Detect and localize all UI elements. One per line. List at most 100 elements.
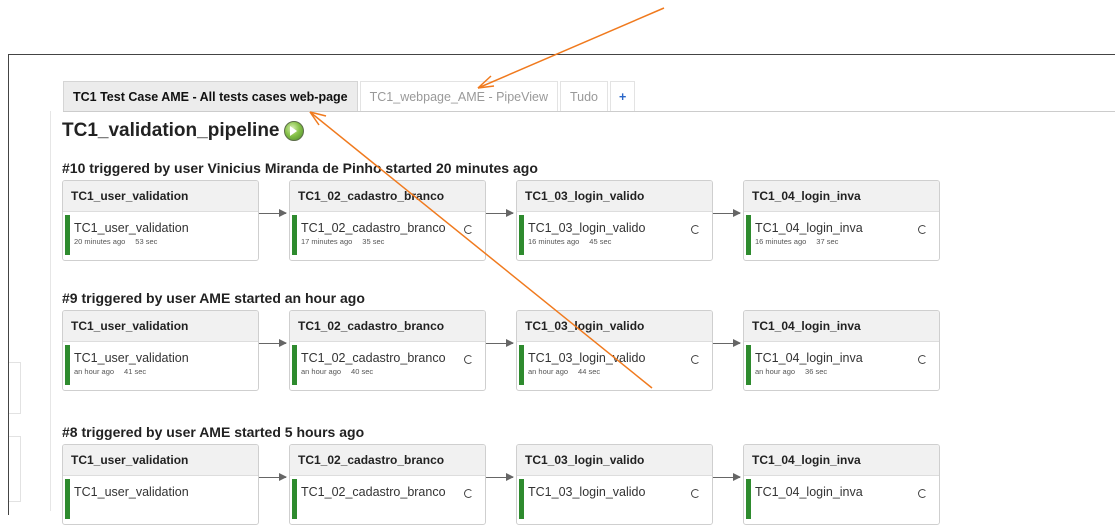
job-card[interactable]: TC1_user_validation TC1_user_validation 20…	[62, 180, 259, 261]
job-card[interactable]: TC1_04_login_inva TC1_04_login_inva 16 min…	[743, 180, 940, 261]
job-build[interactable]: TC1_03_login_validoan hour ago 44 sec	[519, 345, 708, 385]
job-build[interactable]: TC1_user_validationan hour ago 41 sec	[65, 345, 254, 385]
job-connector-arrow	[486, 209, 514, 217]
job-build-meta: an hour ago 36 sec	[755, 367, 935, 376]
rebuild-icon[interactable]	[918, 225, 927, 234]
rebuild-icon[interactable]	[918, 355, 927, 364]
job-build-time: an hour ago	[755, 367, 796, 376]
job-title[interactable]: TC1_03_login_valido	[517, 311, 712, 342]
left-panel-stub	[9, 362, 21, 414]
job-build-meta: 16 minutes ago 45 sec	[528, 237, 708, 246]
job-build[interactable]: TC1_user_validation	[65, 479, 254, 519]
rebuild-icon[interactable]	[464, 489, 473, 498]
job-build-time: 17 minutes ago	[301, 237, 353, 246]
job-title[interactable]: TC1_04_login_inva	[744, 445, 939, 476]
job-connector-arrow	[713, 473, 741, 481]
job-build-time: 20 minutes ago	[74, 237, 126, 246]
job-build-time: an hour ago	[74, 367, 115, 376]
job-build-duration: 40 sec	[351, 367, 374, 376]
job-card[interactable]: TC1_02_cadastro_branco TC1_02_cadastro_br…	[289, 444, 486, 525]
job-build-name[interactable]: TC1_02_cadastro_branco	[301, 221, 481, 235]
job-connector-arrow	[486, 339, 514, 347]
job-title[interactable]: TC1_03_login_valido	[517, 445, 712, 476]
job-build-name[interactable]: TC1_02_cadastro_branco	[301, 351, 481, 365]
job-build-meta	[528, 501, 708, 510]
job-connector-arrow	[713, 339, 741, 347]
job-card[interactable]: TC1_02_cadastro_branco TC1_02_cadastro_br…	[289, 310, 486, 391]
job-build-name[interactable]: TC1_03_login_valido	[528, 221, 708, 235]
tab-tudo[interactable]: Tudo	[559, 81, 609, 111]
job-build[interactable]: TC1_04_login_inva 16 minutes ago 37 sec	[746, 215, 935, 255]
job-build-duration: 41 sec	[124, 367, 147, 376]
job-build-time: an hour ago	[528, 367, 569, 376]
job-build-time: 16 minutes ago	[528, 237, 580, 246]
job-build-name[interactable]: TC1_03_login_valido	[528, 485, 708, 499]
job-build[interactable]: TC1_02_cadastro_branco 17 minutes ago 35 s…	[292, 215, 481, 255]
job-build-meta	[755, 501, 935, 510]
job-card[interactable]: TC1_03_login_valido TC1_03_login_valido an…	[516, 310, 713, 391]
job-build-name[interactable]: TC1_02_cadastro_branco	[301, 485, 481, 499]
run-heading[interactable]: #9 triggered by user AME started an hour…	[62, 290, 365, 306]
job-build-duration: 36 sec	[805, 367, 828, 376]
job-title[interactable]: TC1_03_login_valido	[517, 181, 712, 212]
job-title[interactable]: TC1_user_validation	[63, 445, 258, 476]
rebuild-icon[interactable]	[918, 489, 927, 498]
tab-all-tests[interactable]: TC1 Test Case AME - All tests cases web-…	[63, 81, 358, 111]
tab-pipeview[interactable]: TC1_webpage_AME - PipeView	[359, 81, 558, 111]
job-build-name[interactable]: TC1_user_validation	[74, 485, 254, 499]
view-tabs: TC1 Test Case AME - All tests cases web-…	[63, 81, 1115, 112]
job-connector-arrow	[259, 473, 287, 481]
job-build[interactable]: TC1_03_login_valido 16 minutes ago 45 sec	[519, 215, 708, 255]
job-build-name[interactable]: TC1_03_login_valido	[528, 351, 708, 365]
job-build-duration: 44 sec	[578, 367, 601, 376]
job-card[interactable]: TC1_04_login_inva TC1_04_login_inva an hou…	[743, 310, 940, 391]
pipeline-title-text: TC1_validation_pipeline	[62, 120, 280, 141]
job-connector-arrow	[259, 339, 287, 347]
job-build[interactable]: TC1_02_cadastro_branco	[292, 479, 481, 519]
rebuild-icon[interactable]	[464, 355, 473, 364]
rebuild-icon[interactable]	[691, 489, 700, 498]
job-card[interactable]: TC1_user_validation TC1_user_validation	[62, 444, 259, 525]
job-build[interactable]: TC1_user_validation 20 minutes ago 53 sec	[65, 215, 254, 255]
job-build[interactable]: TC1_04_login_invaan hour ago 36 sec	[746, 345, 935, 385]
job-card[interactable]: TC1_03_login_valido TC1_03_login_valido 16…	[516, 180, 713, 261]
add-tab-button[interactable]: +	[610, 81, 636, 111]
job-build-name[interactable]: TC1_04_login_inva	[755, 351, 935, 365]
job-build-meta: 17 minutes ago 35 sec	[301, 237, 481, 246]
job-build-duration: 35 sec	[362, 237, 385, 246]
run-pipeline-icon[interactable]	[283, 121, 304, 141]
job-build-meta: 20 minutes ago 53 sec	[74, 237, 254, 246]
job-title[interactable]: TC1_02_cadastro_branco	[290, 311, 485, 342]
left-panel-stub	[9, 436, 21, 502]
job-card[interactable]: TC1_user_validation TC1_user_validation an…	[62, 310, 259, 391]
run-heading[interactable]: #10 triggered by user Vinicius Miranda d…	[62, 160, 538, 176]
job-title[interactable]: TC1_02_cadastro_branco	[290, 181, 485, 212]
job-title[interactable]: TC1_04_login_inva	[744, 181, 939, 212]
run-heading[interactable]: #8 triggered by user AME started 5 hours…	[62, 424, 364, 440]
job-card[interactable]: TC1_03_login_valido TC1_03_login_valido	[516, 444, 713, 525]
job-card[interactable]: TC1_02_cadastro_branco TC1_02_cadastro_br…	[289, 180, 486, 261]
job-title[interactable]: TC1_user_validation	[63, 181, 258, 212]
job-build-name[interactable]: TC1_04_login_inva	[755, 485, 935, 499]
job-build-duration: 37 sec	[816, 237, 839, 246]
rebuild-icon[interactable]	[464, 225, 473, 234]
pipeline-title: TC1_validation_pipeline	[62, 120, 304, 142]
job-build-time: 16 minutes ago	[755, 237, 807, 246]
job-build-name[interactable]: TC1_user_validation	[74, 221, 254, 235]
job-build-meta	[74, 501, 254, 510]
job-build-name[interactable]: TC1_user_validation	[74, 351, 254, 365]
job-build-name[interactable]: TC1_04_login_inva	[755, 221, 935, 235]
job-card[interactable]: TC1_04_login_inva TC1_04_login_inva	[743, 444, 940, 525]
job-build-meta: an hour ago 44 sec	[528, 367, 708, 376]
rebuild-icon[interactable]	[691, 355, 700, 364]
job-connector-arrow	[259, 209, 287, 217]
job-build-duration: 53 sec	[135, 237, 158, 246]
job-build[interactable]: TC1_04_login_inva	[746, 479, 935, 519]
job-title[interactable]: TC1_user_validation	[63, 311, 258, 342]
rebuild-icon[interactable]	[691, 225, 700, 234]
job-title[interactable]: TC1_04_login_inva	[744, 311, 939, 342]
job-build[interactable]: TC1_03_login_valido	[519, 479, 708, 519]
job-build-meta: 16 minutes ago 37 sec	[755, 237, 935, 246]
job-title[interactable]: TC1_02_cadastro_branco	[290, 445, 485, 476]
job-build[interactable]: TC1_02_cadastro_branco an hour ago 40 sec	[292, 345, 481, 385]
